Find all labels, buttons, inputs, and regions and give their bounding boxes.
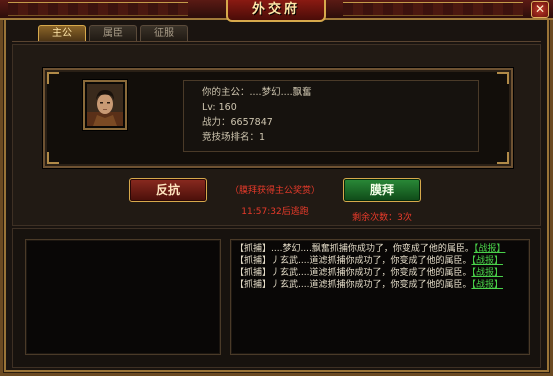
battle-report-link[interactable]: 【战报】 [471,256,503,266]
battle-report-link[interactable]: 【战报】 [471,280,503,290]
log-entry: 【抓捕】丿玄武....道滤抓捕你成功了，你变成了他的属臣。【战报】 [235,267,525,279]
tab-vassals[interactable]: 属臣 [89,25,137,42]
corner-ornament [47,72,59,84]
window-title: 外交府 [226,0,326,22]
tab-divider [12,41,541,42]
title-bar-ornament-left [8,2,188,16]
corner-ornament [47,152,59,164]
corner-ornament [497,152,509,164]
tab-bar: 主公 属臣 征服 [38,25,188,42]
log-entry: 【抓捕】丿玄武....道滤抓捕你成功了，你变成了他的属臣。【战报】 [235,255,525,267]
title-bar-ornament-right [343,2,523,16]
tab-conquest[interactable]: 征服 [140,25,188,42]
tab-lord[interactable]: 主公 [38,25,86,42]
log-entry-text: 【抓捕】丿玄武....道滤抓捕你成功了，你变成了他的属臣。 [235,256,472,266]
empty-panel [25,239,221,355]
battle-report-link[interactable]: 【战报】 [471,268,503,278]
revolt-button[interactable]: 反抗 [129,178,207,202]
worship-button[interactable]: 膜拜 [343,178,421,202]
lord-arena-rank: 竞技场排名：1 [202,132,266,143]
lord-avatar [87,84,123,126]
event-log[interactable]: 【抓捕】....梦幻....飘奮抓捕你成功了，你变成了他的属臣。【战报】 【抓捕… [230,239,530,355]
worship-reward-note: （膜拜获得主公奖赏） [229,186,320,196]
escape-timer: 11:57:32后逃跑 [241,207,309,217]
lord-name: 你的主公：....梦幻....飘奮 [202,87,312,98]
lord-level: Lv: 160 [202,102,237,113]
lord-panel: 你的主公：....梦幻....飘奮 Lv: 160 战力：6657847 竞技场… [12,44,541,226]
lord-power: 战力：6657847 [202,117,273,128]
lord-info: 你的主公：....梦幻....飘奮 Lv: 160 战力：6657847 竞技场… [183,80,479,152]
lord-avatar-frame[interactable] [83,80,127,130]
log-entry-text: 【抓捕】丿玄武....道滤抓捕你成功了，你变成了他的属臣。 [235,280,472,290]
battle-report-link[interactable]: 【战报】 [474,244,506,254]
log-entry-text: 【抓捕】....梦幻....飘奮抓捕你成功了，你变成了他的属臣。 [235,244,474,254]
remaining-count: 剩余次数：3次 [352,213,412,223]
log-entry-text: 【抓捕】丿玄武....道滤抓捕你成功了，你变成了他的属臣。 [235,268,472,278]
close-button[interactable]: ✕ [531,1,549,18]
log-entry: 【抓捕】....梦幻....飘奮抓捕你成功了，你变成了他的属臣。【战报】 [235,243,525,255]
corner-ornament [497,72,509,84]
log-entry: 【抓捕】丿玄武....道滤抓捕你成功了，你变成了他的属臣。【战报】 [235,279,525,291]
log-panel: 【抓捕】....梦幻....飘奮抓捕你成功了，你变成了他的属臣。【战报】 【抓捕… [12,228,541,368]
lord-card: 你的主公：....梦幻....飘奮 Lv: 160 战力：6657847 竞技场… [43,68,513,168]
